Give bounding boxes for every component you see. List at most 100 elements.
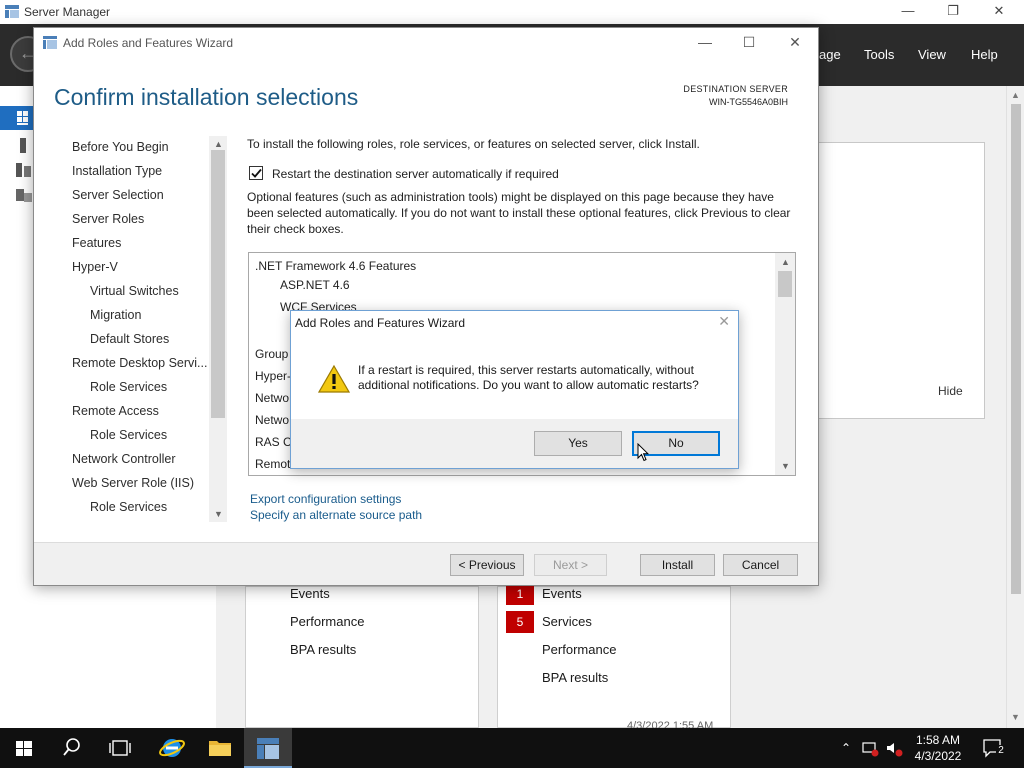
task-view-button[interactable] xyxy=(96,728,144,768)
minimize-button[interactable]: — xyxy=(885,0,931,24)
dashboard-icon[interactable] xyxy=(0,106,34,130)
yes-button[interactable]: Yes xyxy=(534,431,622,456)
page-title: Confirm installation selections xyxy=(54,84,359,110)
network-disconnected-icon[interactable] xyxy=(860,738,880,758)
add-roles-wizard-window: Add Roles and Features Wizard — ☐ ✕ Conf… xyxy=(33,27,819,586)
windows-logo-icon xyxy=(16,741,32,756)
nav-item[interactable]: Web Server Role (IIS) xyxy=(72,476,194,490)
feature-scroll-up-icon[interactable]: ▲ xyxy=(781,257,790,267)
nav-scroll-down-icon[interactable]: ▼ xyxy=(214,509,223,519)
internet-explorer-icon xyxy=(159,739,185,757)
server-manager-taskbar-button[interactable] xyxy=(244,728,292,768)
install-button[interactable]: Install xyxy=(640,554,715,576)
server-manager-taskbar-icon xyxy=(257,738,279,759)
next-button[interactable]: Next > xyxy=(534,554,607,576)
cancel-button[interactable]: Cancel xyxy=(723,554,798,576)
nav-scroll-up-icon[interactable]: ▲ xyxy=(214,139,223,149)
dialog-close-icon[interactable]: ✕ xyxy=(718,313,730,330)
nav-item[interactable]: Before You Begin xyxy=(72,140,169,154)
feature-scroll-thumb[interactable] xyxy=(778,271,792,297)
internet-explorer-button[interactable] xyxy=(148,728,196,768)
maximize-button[interactable]: ❐ xyxy=(930,0,976,24)
action-center-button[interactable]: 2 xyxy=(981,737,1007,759)
local-server-icon[interactable] xyxy=(0,134,34,158)
file-storage-icon[interactable] xyxy=(0,184,34,208)
menu-help[interactable]: Help xyxy=(971,47,998,62)
search-button[interactable] xyxy=(48,728,96,768)
tile-right-performance[interactable]: Performance xyxy=(542,642,616,657)
nav-item[interactable]: Features xyxy=(72,236,121,250)
clock-time[interactable]: 1:58 AM xyxy=(910,733,966,747)
scroll-thumb[interactable] xyxy=(1011,104,1021,594)
feature-list-scrollbar[interactable]: ▲ ▼ xyxy=(775,253,795,475)
nav-item[interactable]: Remote Access xyxy=(72,404,159,418)
feature-item: Group xyxy=(255,347,289,361)
nav-scroll-thumb[interactable] xyxy=(211,150,225,418)
show-hidden-icons-icon[interactable]: ⌃ xyxy=(836,738,856,758)
file-explorer-button[interactable] xyxy=(196,728,244,768)
destination-server-label: DESTINATION SERVER xyxy=(683,84,788,94)
nav-item[interactable]: Migration xyxy=(90,308,141,322)
tile-left-performance[interactable]: Performance xyxy=(290,614,364,629)
search-icon xyxy=(63,738,80,756)
close-button[interactable]: ✕ xyxy=(976,0,1022,24)
server-manager-scrollbar[interactable]: ▲ ▼ xyxy=(1006,86,1024,728)
tile-right xyxy=(497,586,731,728)
wizard-minimize-button[interactable]: — xyxy=(690,32,720,52)
feature-scroll-down-icon[interactable]: ▼ xyxy=(781,461,790,471)
wizard-close-button[interactable]: ✕ xyxy=(780,32,810,52)
tile-left-events[interactable]: Events xyxy=(290,586,330,601)
restart-confirm-dialog: Add Roles and Features Wizard ✕ If a res… xyxy=(290,310,739,469)
wizard-titlebar: Add Roles and Features Wizard — ☐ ✕ xyxy=(34,28,818,58)
nav-item[interactable]: Server Selection xyxy=(72,188,164,202)
nav-item[interactable]: Role Services xyxy=(90,500,167,514)
menu-view[interactable]: View xyxy=(918,47,946,62)
events-count-badge: 1 xyxy=(506,583,534,605)
tile-right-events[interactable]: Events xyxy=(542,586,582,601)
notification-count: 2 xyxy=(996,745,1006,757)
previous-button[interactable]: < Previous xyxy=(450,554,524,576)
alternate-source-link[interactable]: Specify an alternate source path xyxy=(250,508,422,522)
scroll-up-arrow-icon[interactable]: ▲ xyxy=(1011,90,1020,100)
start-button[interactable] xyxy=(0,728,48,768)
server-manager-titlebar: Server Manager — ❐ ✕ xyxy=(0,0,1024,24)
nav-item[interactable]: Hyper-V xyxy=(72,260,118,274)
wizard-maximize-button[interactable]: ☐ xyxy=(734,32,764,52)
nav-scrollbar[interactable]: ▲ ▼ xyxy=(209,136,227,522)
nav-item[interactable]: Installation Type xyxy=(72,164,162,178)
export-config-link[interactable]: Export configuration settings xyxy=(250,492,401,506)
warning-icon xyxy=(318,364,350,393)
tile-left-bpa-results[interactable]: BPA results xyxy=(290,642,356,657)
hide-welcome-link[interactable]: Hide xyxy=(938,384,963,398)
wizard-title: Add Roles and Features Wizard xyxy=(63,36,234,50)
clock-date[interactable]: 4/3/2022 xyxy=(910,749,966,763)
nav-item[interactable]: Default Stores xyxy=(90,332,169,346)
nav-item[interactable]: Remote Desktop Servi... xyxy=(72,356,207,370)
menu-manage[interactable]: age xyxy=(819,47,841,62)
services-count-badge: 5 xyxy=(506,611,534,633)
task-view-icon xyxy=(109,740,131,756)
optional-features-note: Optional features (such as administratio… xyxy=(247,190,791,236)
server-manager-sidebar xyxy=(0,86,34,728)
tile-right-bpa-results[interactable]: BPA results xyxy=(542,670,608,685)
restart-checkbox-label[interactable]: Restart the destination server automatic… xyxy=(272,167,559,181)
dialog-message: If a restart is required, this server re… xyxy=(358,363,699,392)
restart-checkbox[interactable] xyxy=(249,166,263,180)
nav-item[interactable]: Server Roles xyxy=(72,212,144,226)
install-instruction: To install the following roles, role ser… xyxy=(247,137,700,151)
nav-item[interactable]: Role Services xyxy=(90,428,167,442)
nav-item[interactable]: Virtual Switches xyxy=(90,284,179,298)
all-servers-icon[interactable] xyxy=(0,159,34,183)
folder-icon xyxy=(209,741,231,756)
tile-left xyxy=(245,586,479,728)
server-manager-title: Server Manager xyxy=(24,5,111,19)
wizard-app-icon xyxy=(43,36,57,49)
dialog-footer: Yes No xyxy=(291,419,738,468)
nav-item[interactable]: Network Controller xyxy=(72,452,176,466)
volume-muted-icon[interactable] xyxy=(884,738,904,758)
scroll-down-arrow-icon[interactable]: ▼ xyxy=(1011,712,1020,722)
nav-item[interactable]: Role Services xyxy=(90,380,167,394)
menu-tools[interactable]: Tools xyxy=(864,47,894,62)
tile-right-services[interactable]: Services xyxy=(542,614,592,629)
feature-item: .NET Framework 4.6 Features xyxy=(255,259,417,273)
